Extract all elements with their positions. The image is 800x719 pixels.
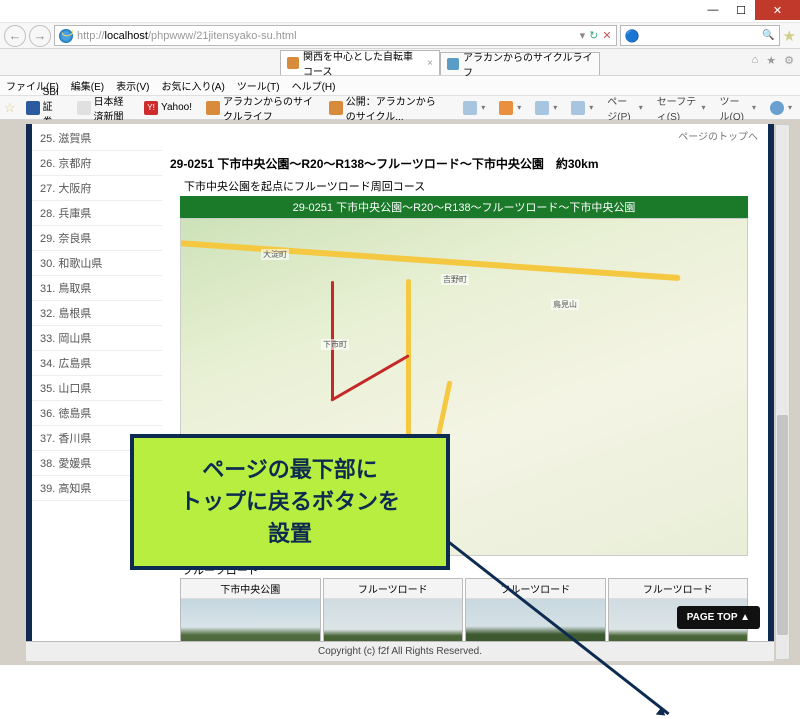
- add-favorite-icon[interactable]: ☆: [4, 100, 16, 116]
- address-bar[interactable]: http://localhost/phpwww/21jitensyako-su.…: [54, 25, 617, 46]
- favorite-icon: [329, 101, 343, 115]
- page-icon: [59, 29, 73, 43]
- favorite-icon: [206, 101, 220, 115]
- page-body: 25. 滋賀県 26. 京都府 27. 大阪府 28. 兵庫県 29. 奈良県 …: [26, 124, 774, 661]
- print-icon: [571, 101, 585, 115]
- favorite-icon: Y!: [144, 101, 158, 115]
- rss-icon: [499, 101, 513, 115]
- sidebar-item[interactable]: 26. 京都府: [32, 151, 162, 176]
- favorite-icon: [77, 101, 91, 115]
- window-close-button[interactable]: ✕: [755, 0, 800, 20]
- cmd-safety[interactable]: セーフティ(S): [653, 93, 710, 123]
- tab-close-icon[interactable]: ×: [427, 58, 433, 69]
- favorite-icon: [26, 101, 40, 115]
- refresh-button[interactable]: ↻: [589, 29, 598, 42]
- help-icon: [770, 101, 784, 115]
- scrollbar-thumb[interactable]: [777, 415, 788, 635]
- favorite-yahoo[interactable]: Y!Yahoo!: [140, 99, 196, 117]
- back-button[interactable]: ←: [4, 25, 26, 47]
- url-text: http://localhost/phpwww/21jitensyako-su.…: [77, 30, 576, 42]
- browser-navbar: ← → http://localhost/phpwww/21jitensyako…: [0, 23, 800, 49]
- forward-button[interactable]: →: [29, 25, 51, 47]
- window-titlebar: — ☐ ✕: [0, 0, 800, 23]
- top-link[interactable]: ページのトップへ: [170, 124, 758, 147]
- sidebar-item[interactable]: 25. 滋賀県: [32, 126, 162, 151]
- window-minimize-button[interactable]: —: [699, 0, 727, 20]
- sidebar-item[interactable]: 28. 兵庫県: [32, 201, 162, 226]
- course-subtitle: 下市中央公園を起点にフルーツロード周回コース: [170, 176, 758, 196]
- content-container: 25. 滋賀県 26. 京都府 27. 大阪府 28. 兵庫県 29. 奈良県 …: [32, 124, 768, 661]
- tab-active[interactable]: 関西を中心とした自転車コース ×: [280, 50, 440, 75]
- tab-label: アラカンからのサイクルライフ: [463, 49, 593, 79]
- main-content: ページのトップへ 29-0251 下市中央公園～R20～R138～フルーツロード…: [162, 124, 768, 661]
- search-icon[interactable]: 🔍: [762, 30, 774, 41]
- sidebar-item[interactable]: 34. 広島県: [32, 351, 162, 376]
- callout-text: ページの最下部に トップに戻るボタンを 設置: [152, 454, 428, 550]
- sidebar-item[interactable]: 27. 大阪府: [32, 176, 162, 201]
- tab-favicon: [287, 57, 299, 69]
- cmd-print[interactable]: [567, 101, 597, 115]
- tools-icon[interactable]: ⚙: [784, 54, 794, 67]
- sidebar-item[interactable]: 30. 和歌山県: [32, 251, 162, 276]
- stop-button[interactable]: ✕: [602, 29, 611, 42]
- map-banner: 29-0251 下市中央公園～R20～R138～フルーツロード～下市中央公園: [180, 196, 748, 218]
- sidebar-item[interactable]: 36. 徳島県: [32, 401, 162, 426]
- cmd-page[interactable]: ページ(P): [603, 93, 647, 123]
- viewport: 25. 滋賀県 26. 京都府 27. 大阪府 28. 兵庫県 29. 奈良県 …: [0, 120, 800, 665]
- cmd-help[interactable]: [766, 101, 796, 115]
- search-provider-icon: 🔵: [625, 29, 640, 43]
- cmd-home[interactable]: [459, 101, 489, 115]
- copyright: Copyright (c) f2f All Rights Reserved.: [26, 641, 774, 661]
- favorites-bar: ☆ SBI証券 日本経済新聞 Y!Yahoo! アラカンからのサイクルライフ 公…: [0, 96, 800, 120]
- tab-favicon: [447, 58, 459, 70]
- sidebar-item[interactable]: 33. 岡山県: [32, 326, 162, 351]
- home-icon[interactable]: ⌂: [752, 54, 759, 67]
- annotation-callout: ページの最下部に トップに戻るボタンを 設置: [130, 434, 450, 570]
- cmd-tools[interactable]: ツール(O): [716, 93, 760, 123]
- photo-caption: 下市中央公園: [181, 579, 320, 599]
- sidebar-item[interactable]: 32. 島根県: [32, 301, 162, 326]
- photo-caption: フルーツロード: [609, 579, 748, 599]
- dropdown-icon[interactable]: ▾: [580, 29, 586, 42]
- photo-caption: フルーツロード: [324, 579, 463, 599]
- callout-arrow-icon: [656, 707, 668, 719]
- tab-label: 関西を中心とした自転車コース: [303, 48, 419, 78]
- tab-bar: 関西を中心とした自転車コース × アラカンからのサイクルライフ ⌂ ★ ⚙: [0, 49, 800, 76]
- window-maximize-button[interactable]: ☐: [727, 0, 755, 20]
- sidebar-item[interactable]: 35. 山口県: [32, 376, 162, 401]
- photo-caption: フルーツロード: [466, 579, 605, 599]
- search-box[interactable]: 🔵 🔍: [620, 25, 780, 46]
- tab-inactive[interactable]: アラカンからのサイクルライフ: [440, 52, 600, 75]
- sidebar: 25. 滋賀県 26. 京都府 27. 大阪府 28. 兵庫県 29. 奈良県 …: [32, 124, 162, 661]
- vertical-scrollbar[interactable]: [775, 124, 790, 660]
- cmd-feeds[interactable]: [495, 101, 525, 115]
- course-title: 29-0251 下市中央公園～R20～R138～フルーツロード～下市中央公園 約…: [170, 147, 758, 176]
- favorites-star-icon[interactable]: ★: [783, 27, 796, 45]
- home-icon: [463, 101, 477, 115]
- sidebar-item[interactable]: 31. 鳥取県: [32, 276, 162, 301]
- mail-icon: [535, 101, 549, 115]
- page-top-button[interactable]: PAGE TOP ▲: [677, 606, 760, 629]
- cmd-mail[interactable]: [531, 101, 561, 115]
- favorites-icon[interactable]: ★: [766, 54, 776, 67]
- sidebar-item[interactable]: 29. 奈良県: [32, 226, 162, 251]
